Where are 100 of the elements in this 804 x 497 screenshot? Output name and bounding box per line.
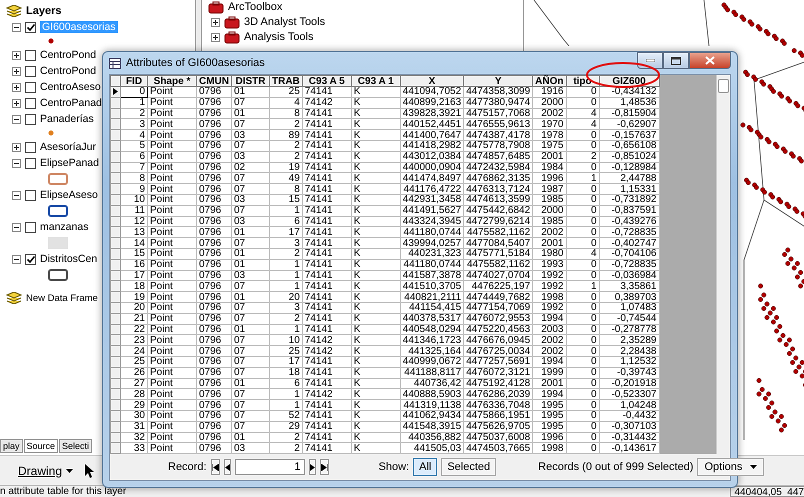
drawing-menu[interactable]: Drawing [14,462,78,480]
column-header[interactable]: Shape * [148,76,196,86]
table-cell: K [351,162,400,173]
pointer-icon[interactable] [85,464,96,478]
table-cell: 01 [232,432,270,443]
layers-title: Layers [26,4,62,16]
layer-name[interactable]: DistritosCen [40,253,98,265]
table-cell: 3 [270,302,302,314]
table-cell: -0,728835 [599,259,659,270]
column-header[interactable]: AÑOn [532,76,566,86]
first-record-button[interactable] [210,459,220,476]
collapse-icon[interactable] [12,158,21,168]
table-cell: 13 [120,226,148,238]
layer-name[interactable]: CentroPond [40,65,96,77]
caret-icon [750,465,758,470]
table-cell: 25 [270,86,302,98]
show-filter-button[interactable]: Selected [441,458,496,476]
column-header[interactable]: C93 A 1 [351,76,400,86]
layer-name[interactable]: AsesoríaJur [40,141,96,153]
table-cell: 1987 [532,184,566,194]
column-header[interactable]: DISTR [232,76,270,86]
panel-tab[interactable]: play [0,439,23,453]
layer-checkbox[interactable] [25,98,36,108]
vertical-scrollbar[interactable] [716,75,730,454]
expand-icon[interactable] [211,32,220,42]
data-frame-name[interactable]: New Data Frame [26,292,98,304]
layer-checkbox[interactable] [25,66,36,76]
show-filter-button[interactable]: All [413,458,438,476]
table-cell: 4476862,3135 [464,172,533,184]
table-cell: 440548,0294 [400,324,464,335]
previous-record-button[interactable] [224,459,231,476]
table-cell: K [351,346,400,356]
panel-tab[interactable]: Selecti [59,439,92,453]
table-cell: 0 [566,346,599,356]
collapse-icon[interactable] [12,190,21,200]
collapse-icon[interactable] [12,222,21,232]
layer-checkbox[interactable] [25,50,36,60]
table-cell: 74141 [302,356,352,368]
collapse-icon[interactable] [12,114,21,124]
expand-icon[interactable] [12,50,21,60]
layer-checkbox[interactable] [25,222,36,232]
layer-name[interactable]: ElipseAseso [40,189,98,201]
close-button[interactable] [689,52,731,69]
column-header[interactable]: X [400,76,464,86]
panel-tab[interactable]: Source [24,439,58,453]
column-header[interactable]: FID [120,76,148,86]
expand-icon[interactable] [211,18,220,26]
table-cell: 441491,5627 [400,205,464,216]
table-cell: 07 [232,184,270,194]
minimize-button[interactable] [637,52,663,69]
layer-name[interactable]: CentroPanad [40,97,102,109]
table-cell: 4477154,7069 [464,302,533,314]
layer-checkbox[interactable] [25,142,36,152]
table-cell: 0 [120,86,148,98]
expand-icon[interactable] [12,98,21,108]
maximize-icon [671,56,681,64]
layer-name[interactable]: manzanas [40,221,88,233]
table-cell: 440152,4451 [400,118,464,130]
first-icon [212,464,219,471]
toolset-name[interactable]: 3D Analyst Tools [244,16,326,28]
next-record-button[interactable] [308,459,316,476]
layer-name[interactable]: CentroPond [40,49,96,61]
layer-name[interactable]: CentroAseso [40,81,101,93]
row-selector[interactable] [110,86,120,98]
collapse-icon[interactable] [12,22,21,32]
table-cell: 18 [270,367,302,378]
toolbox-title: ArcToolbox [228,1,282,13]
collapse-icon[interactable] [12,254,21,264]
column-header[interactable]: TRAB [270,76,302,86]
layer-checkbox[interactable] [25,82,36,92]
record-number-field[interactable]: 1 [234,459,305,476]
table-cell: 1985 [532,216,566,227]
layer-name[interactable]: ElipsePanad [40,157,99,169]
column-header[interactable]: CMUN [196,76,232,86]
column-header[interactable]: Y [464,76,533,86]
table-cell: 4472799,6214 [464,216,533,227]
table-cell: 4474613,3599 [464,194,533,206]
layer-checkbox[interactable] [25,254,36,264]
table-cell: 0796 [196,108,232,119]
layer-checkbox[interactable] [25,22,36,32]
expand-icon[interactable] [12,66,21,76]
table-cell: 4476555,9613 [464,118,533,130]
layer-checkbox[interactable] [25,190,36,200]
table-cell: 0 [566,388,599,400]
table-cell: 10 [270,334,302,346]
layer-checkbox[interactable] [25,114,36,124]
column-header[interactable]: C93 A 5 [302,76,352,86]
table-cell: 02 [232,162,270,173]
layer-name[interactable]: Panaderías [40,113,94,125]
table-cell: 4475582,1162 [464,226,533,238]
toolset-name[interactable]: Analysis Tools [244,31,314,43]
table-cell: -0,4432 [599,410,659,422]
last-record-button[interactable] [320,459,329,476]
layer-checkbox[interactable] [25,158,36,168]
maximize-button[interactable] [663,52,689,69]
expand-icon[interactable] [12,82,21,92]
expand-icon[interactable] [12,142,21,152]
options-button[interactable]: Options [697,458,764,476]
table-cell: 26 [120,367,148,378]
last-icon [320,464,328,471]
